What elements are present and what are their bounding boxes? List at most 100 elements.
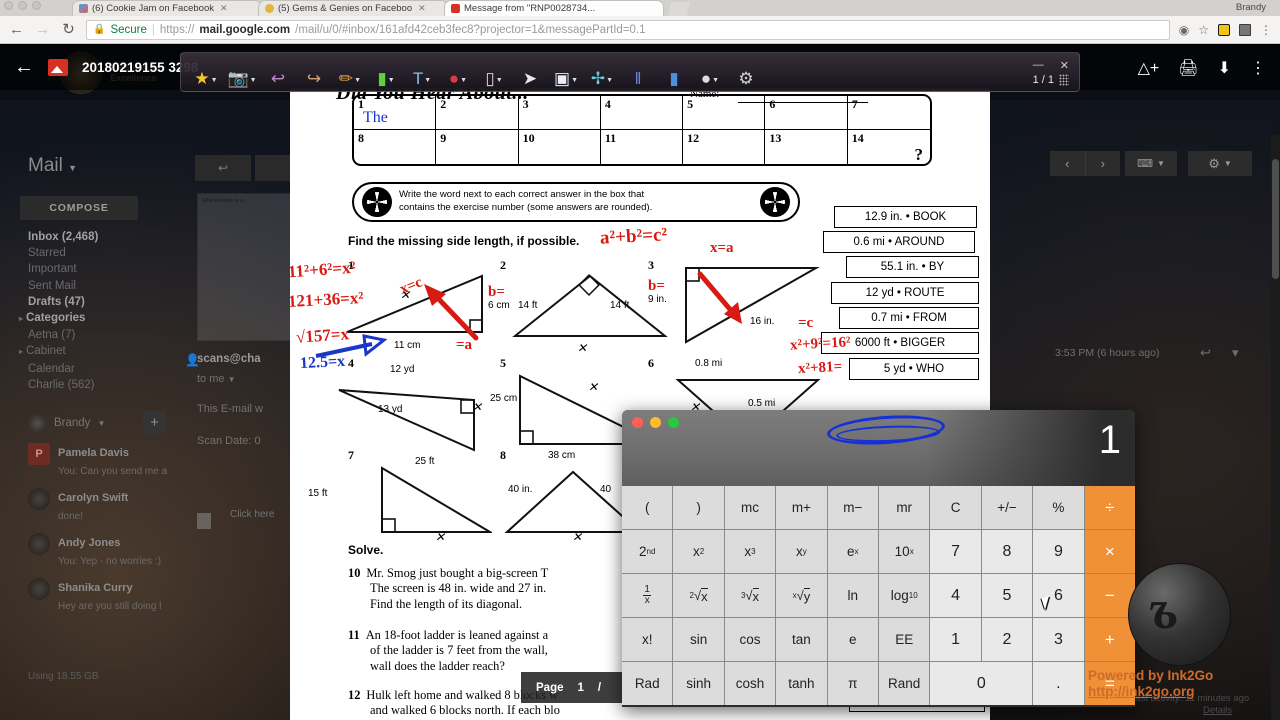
close-button[interactable] xyxy=(632,417,643,428)
sidebar-item-charlie[interactable]: Charlie (562) xyxy=(28,377,178,393)
print-icon[interactable]: 🖨 xyxy=(1178,58,1198,78)
list-item[interactable]: P Pamela Davis You: Can you send me a xyxy=(28,443,198,479)
screen-tool-icon[interactable]: ▮ xyxy=(657,57,691,87)
pause-tool-icon[interactable]: ‖ xyxy=(621,57,655,87)
key-ee[interactable]: EE xyxy=(879,618,930,661)
key-rad[interactable]: Rad xyxy=(622,662,673,705)
key-7[interactable]: 7 xyxy=(930,530,981,573)
reply-icon[interactable]: ↩ xyxy=(1200,345,1211,361)
key-rand[interactable]: Rand xyxy=(879,662,930,705)
key-sin[interactable]: sin xyxy=(673,618,724,661)
details-link[interactable]: Details xyxy=(1203,705,1232,716)
sidebar-item-aetna[interactable]: Aetna (7) xyxy=(28,327,178,343)
key-e-pow-x[interactable]: ex xyxy=(827,530,878,573)
undo-tool-icon[interactable]: ↩ xyxy=(261,57,295,87)
pointer-tool-icon[interactable]: ➤ xyxy=(513,57,547,87)
attachment-link[interactable]: Click here xyxy=(230,509,274,520)
sidebar-item-drafts[interactable]: Drafts (47) xyxy=(28,294,178,310)
tab-close-icon[interactable]: ✕ xyxy=(418,3,426,14)
key-tanh[interactable]: tanh xyxy=(776,662,827,705)
key-m-plus[interactable]: m+ xyxy=(776,486,827,529)
key-mr[interactable]: mr xyxy=(879,486,930,529)
key-factorial[interactable]: x! xyxy=(622,618,673,661)
scrollbar[interactable] xyxy=(1271,135,1280,720)
key-1[interactable]: 1 xyxy=(930,618,981,661)
sidebar-item-sent-mail[interactable]: Sent Mail xyxy=(28,278,178,294)
key-log10[interactable]: log 10 xyxy=(879,574,930,617)
pencil-tool-icon[interactable]: ✏ ▼ xyxy=(333,57,367,87)
key-2[interactable]: 2 xyxy=(981,618,1033,661)
key-mc[interactable]: mc xyxy=(724,486,776,529)
back-arrow-icon[interactable]: ← xyxy=(8,22,25,37)
prev-message-icon[interactable]: ‹ xyxy=(1050,151,1086,176)
new-chat-button[interactable]: + xyxy=(143,411,166,434)
key-square-root[interactable]: 2 √ x xyxy=(673,574,724,617)
key-4[interactable]: 4 xyxy=(930,574,981,617)
star-icon[interactable]: ☆ xyxy=(1198,23,1209,37)
key-5[interactable]: 5 xyxy=(981,574,1033,617)
key-reciprocal[interactable]: 1x xyxy=(622,574,673,617)
address-bar[interactable]: 🔒 Secure | https:// mail.google.com /mai… xyxy=(86,19,1170,40)
eraser-tool-icon[interactable]: ▯ ▼ xyxy=(477,57,511,87)
scrollbar-thumb[interactable] xyxy=(1272,159,1279,279)
add-to-drive-icon[interactable]: △+ xyxy=(1138,58,1160,78)
key-ln[interactable]: ln xyxy=(827,574,878,617)
star-tool-icon[interactable]: ★ ▼ xyxy=(189,57,223,87)
key-3[interactable]: 3 xyxy=(1033,618,1084,661)
keyboard-shortcut-button[interactable]: ⌨ ▼ xyxy=(1125,151,1177,176)
redo-tool-icon[interactable]: ↪ xyxy=(297,57,331,87)
settings-button[interactable]: ⚙ ▼ xyxy=(1188,151,1252,176)
minimize-button[interactable] xyxy=(650,417,661,428)
list-item[interactable]: Carolyn Swift done! xyxy=(28,488,198,524)
sidebar-item-starred[interactable]: Starred xyxy=(28,245,178,261)
tab-close-icon[interactable]: ✕ xyxy=(220,3,228,14)
minimize-button[interactable]: — xyxy=(1033,59,1044,72)
calculator-window[interactable]: 1 ( ) mc m+ m− mr C +/− % ÷ 2nd x2 x3 xy… xyxy=(622,410,1135,707)
key-percent[interactable]: % xyxy=(1033,486,1084,529)
extension-icon[interactable] xyxy=(1239,23,1251,36)
key-sinh[interactable]: sinh xyxy=(673,662,724,705)
webcam-tool-icon[interactable]: ● ▼ xyxy=(693,57,727,87)
sidebar-item-cabinet[interactable]: Cabinet xyxy=(26,343,178,360)
close-button[interactable] xyxy=(4,1,13,10)
key-tan[interactable]: tan xyxy=(776,618,827,661)
chrome-menu-icon[interactable]: ⋮ xyxy=(1260,23,1272,37)
profile-name[interactable]: Brandy xyxy=(1236,2,1266,13)
key-x-pow-y[interactable]: xy xyxy=(776,530,827,573)
key-square[interactable]: x2 xyxy=(673,530,724,573)
browser-tab-1[interactable]: (5) Gems & Genies on Faceboo ✕ xyxy=(258,0,448,16)
message-pager[interactable]: ‹ › xyxy=(1050,151,1120,176)
sidebar-item-categories[interactable]: Categories xyxy=(26,310,178,327)
more-vertical-icon[interactable]: ⋮ xyxy=(1250,58,1266,78)
more-options-icon[interactable]: ▾ xyxy=(1232,345,1239,361)
key-clear[interactable]: C xyxy=(930,486,981,529)
message-recipient[interactable]: to me ▼ xyxy=(197,373,236,385)
zoom-button[interactable] xyxy=(668,417,679,428)
watermark-line-2[interactable]: http://ink2go.org xyxy=(1088,684,1280,700)
key-divide[interactable]: ÷ xyxy=(1084,486,1135,529)
calculator-titlebar[interactable]: 1 xyxy=(622,410,1135,486)
text-tool-icon[interactable]: T ▼ xyxy=(405,57,439,87)
key-ten-pow-x[interactable]: 10 x xyxy=(879,530,930,573)
sidebar-item-inbox[interactable]: Inbox (2,468) xyxy=(28,229,178,245)
back-to-inbox-icon[interactable]: ↩ xyxy=(195,155,251,181)
next-message-icon[interactable]: › xyxy=(1086,151,1121,176)
sidebar-item-important[interactable]: Important xyxy=(28,261,178,277)
key-add[interactable]: + xyxy=(1084,618,1135,661)
compose-button[interactable]: COMPOSE xyxy=(20,196,138,220)
key-9[interactable]: 9 xyxy=(1033,530,1084,573)
settings-tool-icon[interactable]: ⚙ xyxy=(729,57,763,87)
new-tab-button[interactable] xyxy=(668,2,690,16)
cast-icon[interactable]: ◉ xyxy=(1179,23,1189,37)
shape-tool-icon[interactable]: ● ▼ xyxy=(441,57,475,87)
key-second[interactable]: 2nd xyxy=(622,530,673,573)
key-cosh[interactable]: cosh xyxy=(724,662,776,705)
screenshot-tool-icon[interactable]: 📷 ▼ xyxy=(225,57,259,87)
key-0[interactable]: 0 xyxy=(930,662,1033,705)
zoom-button[interactable] xyxy=(32,1,41,10)
whiteboard-tool-icon[interactable]: ▣ ▼ xyxy=(549,57,583,87)
key-cos[interactable]: cos xyxy=(724,618,776,661)
close-button[interactable]: ✕ xyxy=(1060,59,1069,72)
key-multiply[interactable]: × xyxy=(1084,530,1135,573)
key-decimal[interactable]: . xyxy=(1033,662,1084,705)
